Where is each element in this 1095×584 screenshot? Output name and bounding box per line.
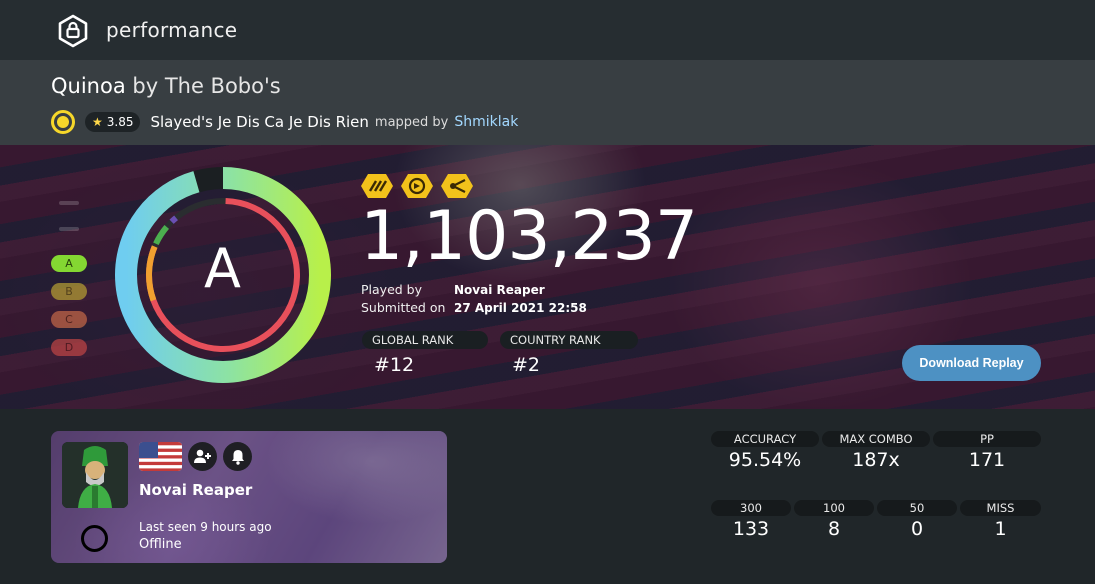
count-100-label: 100 — [794, 500, 874, 516]
mods-list — [360, 173, 480, 199]
count-50-value: 0 — [910, 518, 924, 540]
subscribe-button[interactable] — [223, 442, 252, 471]
count-300-value: 133 — [732, 518, 770, 540]
score-panel: A B C D A 1,103,237 Played by Novai Reap… — [0, 145, 1095, 409]
max-combo-label: MAX COMBO — [822, 431, 930, 447]
grade-pill-d: D — [51, 339, 87, 356]
song-line: Quinoa by The Bobo's — [51, 74, 281, 98]
count-100-stat: 100 8 — [794, 500, 874, 540]
difficulty-name: Slayed's Je Dis Ca Je Dis Rien — [150, 113, 369, 131]
miss-stat: MISS 1 — [960, 500, 1041, 540]
country-rank-value: #2 — [512, 354, 541, 376]
global-rank-value: #12 — [374, 354, 415, 376]
username[interactable]: Novai Reaper — [139, 481, 252, 499]
online-status: Offline — [139, 537, 182, 552]
song-artist: by The Bobo's — [132, 74, 281, 98]
grade-pill-a: A — [51, 255, 87, 272]
mod-hidden-icon — [361, 174, 393, 198]
mapped-by-label: mapped by — [374, 114, 449, 130]
miss-label: MISS — [960, 500, 1041, 516]
grade-letter: A — [204, 237, 242, 300]
accuracy-label: ACCURACY — [711, 431, 819, 447]
top-bar: performance — [0, 0, 1095, 60]
pp-label: PP — [933, 431, 1041, 447]
star-rating-value: 3.85 — [106, 115, 134, 129]
global-rank-label: GLOBAL RANK — [362, 331, 488, 349]
played-by-label: Played by — [361, 282, 422, 297]
user-card[interactable]: Novai Reaper Last seen 9 hours ago Offli… — [51, 431, 447, 563]
submitted-on-value: 27 April 2021 22:58 — [454, 301, 587, 315]
global-rank: GLOBAL RANK #12 — [362, 331, 488, 376]
difficulty-line: ★ 3.85 Slayed's Je Dis Ca Je Dis Rien ma… — [51, 109, 518, 135]
grade-pill-c: C — [51, 311, 87, 328]
mod-flashlight-icon — [441, 174, 473, 198]
bell-icon — [231, 449, 244, 465]
grade-marker-ss — [59, 201, 79, 205]
accuracy-stat: ACCURACY 95.54% — [711, 431, 819, 471]
pp-value: 171 — [968, 449, 1006, 471]
download-replay-button[interactable]: Download Replay — [902, 345, 1041, 381]
country-rank-label: COUNTRY RANK — [500, 331, 638, 349]
us-flag[interactable] — [139, 442, 182, 471]
beatmap-header: Quinoa by The Bobo's ★ 3.85 Slayed's Je … — [0, 60, 1095, 145]
submitted-on-label: Submitted on — [361, 300, 446, 315]
star-icon: ★ — [92, 115, 103, 129]
max-combo-stat: MAX COMBO 187x — [822, 431, 930, 471]
count-50-stat: 50 0 — [877, 500, 957, 540]
last-seen: Last seen 9 hours ago — [139, 520, 272, 534]
mod-doubletime-icon — [401, 174, 433, 198]
country-rank: COUNTRY RANK #2 — [500, 331, 638, 376]
star-rating-badge: ★ 3.85 — [85, 112, 141, 132]
avatar[interactable] — [62, 442, 128, 508]
count-100-value: 8 — [827, 518, 841, 540]
max-combo-value: 187x — [852, 449, 900, 471]
add-friend-button[interactable] — [188, 442, 217, 471]
count-300-stat: 300 133 — [711, 500, 791, 540]
difficulty-circle-icon — [51, 110, 75, 134]
add-friend-icon — [194, 449, 211, 463]
page-title: performance — [106, 18, 238, 42]
played-by-value[interactable]: Novai Reaper — [454, 283, 545, 297]
count-300-label: 300 — [711, 500, 791, 516]
accuracy-value: 95.54% — [728, 449, 802, 471]
miss-value: 1 — [994, 518, 1007, 540]
total-score: 1,103,237 — [360, 197, 698, 276]
grade-pill-b: B — [51, 283, 87, 300]
mapper-link[interactable]: Shmiklak — [454, 114, 518, 130]
count-50-label: 50 — [877, 500, 957, 516]
pp-stat: PP 171 — [933, 431, 1041, 471]
grade-marker-s — [59, 227, 79, 231]
status-indicator-icon — [81, 525, 108, 552]
osu-lock-icon[interactable] — [56, 14, 90, 48]
song-title[interactable]: Quinoa — [51, 74, 126, 98]
